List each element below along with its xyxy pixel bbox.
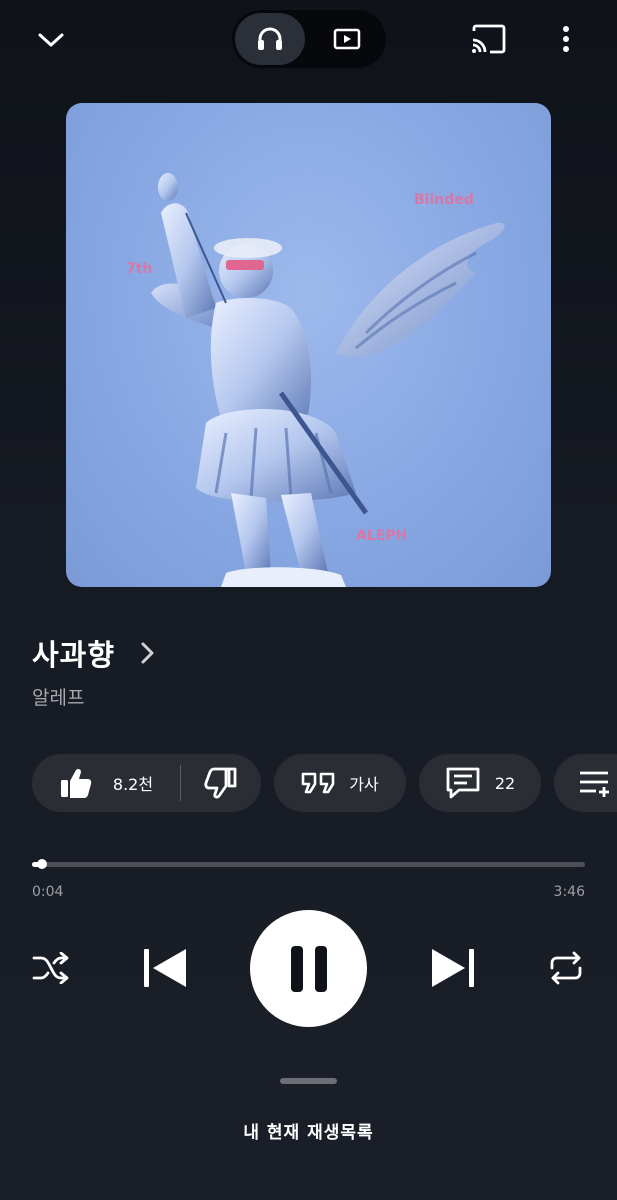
more-vert-icon: [563, 26, 569, 52]
more-options-button[interactable]: [546, 16, 586, 62]
thumb-up-icon: [60, 768, 92, 798]
song-details-button[interactable]: [132, 636, 162, 670]
add-to-playlist-icon: [580, 771, 609, 797]
song-title[interactable]: 사과향: [32, 632, 115, 674]
repeat-button[interactable]: [540, 938, 592, 998]
lyrics-label: 가사: [349, 775, 379, 794]
chevron-down-icon: [38, 33, 64, 47]
art-label-aleph: ALEPH: [356, 528, 407, 544]
like-dislike-chip: 8.2천: [32, 754, 261, 812]
current-queue-tab[interactable]: 내 현재 재생목록: [0, 1118, 617, 1143]
like-count: 8.2천: [112, 775, 154, 794]
next-track-button[interactable]: [426, 938, 482, 998]
shuffle-button[interactable]: [26, 938, 76, 998]
progress-bar[interactable]: [32, 859, 585, 869]
album-artwork: Blinded 7th ALEPH: [66, 103, 551, 587]
artist-name[interactable]: 알레프: [32, 683, 84, 710]
like-button[interactable]: 8.2천: [32, 754, 180, 812]
lyrics-button[interactable]: 가사: [274, 754, 406, 812]
chevron-right-icon: [141, 642, 154, 664]
shuffle-icon: [32, 952, 69, 984]
angel-statue-illustration: Blinded 7th ALEPH: [126, 173, 505, 587]
repeat-icon: [550, 951, 582, 985]
headphones-icon: [258, 27, 282, 50]
cast-icon: [472, 24, 506, 54]
current-time: 0:04: [32, 884, 64, 900]
add-to-playlist-button[interactable]: [554, 754, 617, 812]
audio-mode-button[interactable]: [235, 13, 305, 65]
video-mode-button[interactable]: [312, 13, 382, 65]
pause-icon: [290, 945, 327, 992]
pause-button[interactable]: [250, 910, 367, 1027]
thumb-down-icon: [204, 767, 237, 799]
queue-drag-handle[interactable]: [280, 1078, 337, 1084]
lyrics-quote-icon: [301, 772, 335, 794]
next-icon: [432, 949, 474, 987]
comments-button[interactable]: 22: [419, 754, 541, 812]
video-play-icon: [333, 28, 361, 50]
progress-handle[interactable]: [36, 859, 47, 869]
cast-button[interactable]: [464, 16, 514, 62]
comment-icon: [446, 767, 480, 799]
audio-video-toggle[interactable]: [232, 10, 386, 68]
collapse-player-button[interactable]: [26, 20, 76, 60]
comments-count: 22: [494, 773, 516, 793]
art-label-7th: 7th: [126, 261, 152, 277]
total-time: 3:46: [553, 884, 585, 900]
art-label-blinded: Blinded: [414, 192, 474, 208]
previous-track-button[interactable]: [136, 938, 192, 998]
previous-icon: [144, 949, 186, 987]
dislike-button[interactable]: [181, 754, 261, 812]
